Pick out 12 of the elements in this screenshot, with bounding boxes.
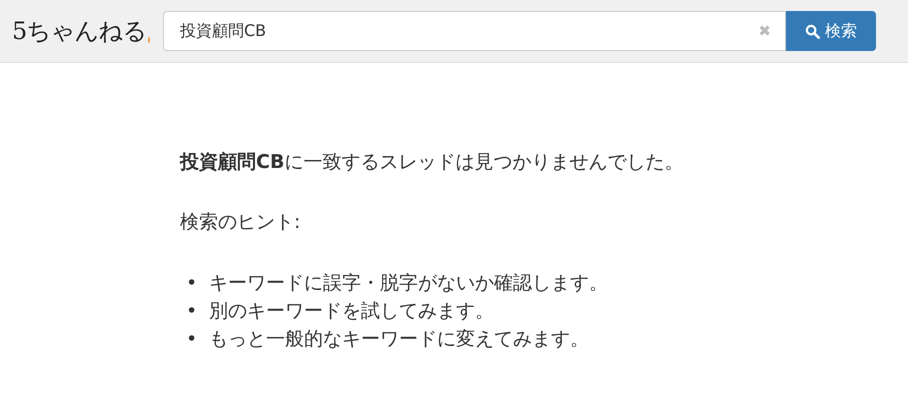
bullet: • xyxy=(186,327,198,352)
bullet: • xyxy=(186,299,198,324)
search-button[interactable]: 検索 xyxy=(786,11,876,51)
hint-item: もっと一般的なキーワードに変えてみます。 xyxy=(209,327,590,352)
no-results-message: 投資顧問CBに一致するスレッドは見つかりませんでした。 xyxy=(180,150,684,175)
hint-item: キーワードに誤字・脱字がないか確認します。 xyxy=(209,271,608,296)
site-logo[interactable]: 5ちゃんねる xyxy=(12,15,146,47)
search-field[interactable]: 投資顧問CB ✖ xyxy=(163,11,786,51)
bullet: • xyxy=(186,271,198,296)
hint-item: 別のキーワードを試してみます。 xyxy=(209,299,494,324)
search-icon xyxy=(805,24,820,38)
hint-heading: 検索のヒント: xyxy=(180,210,302,235)
